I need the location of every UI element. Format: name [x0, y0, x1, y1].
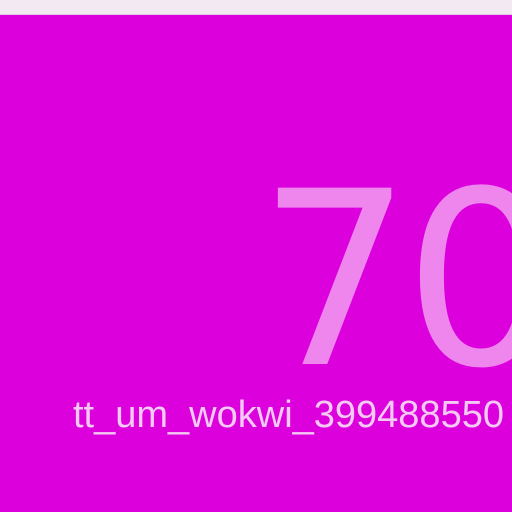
top-window-strip [0, 0, 512, 15]
project-tile[interactable]: 70 tt_um_wokwi_399488550 [0, 15, 512, 512]
project-name: tt_um_wokwi_399488550 [73, 394, 504, 436]
project-number: 70 [258, 140, 512, 422]
